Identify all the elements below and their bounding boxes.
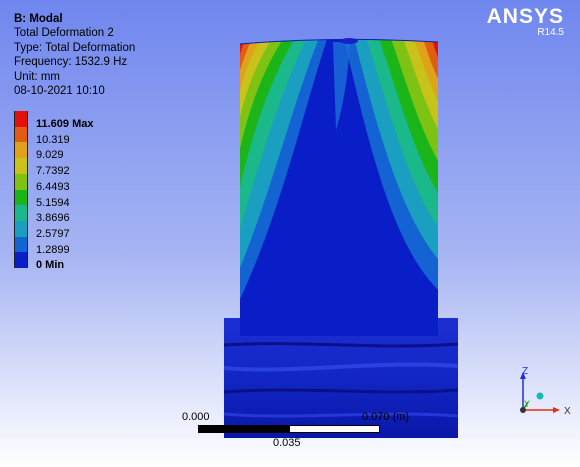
scale-end-label: 0.070 (m) <box>362 411 410 423</box>
blade-model-viewport[interactable] <box>0 0 580 467</box>
blade-airfoil <box>240 39 438 337</box>
z-axis-label: Z <box>522 366 528 377</box>
scale-bar <box>198 425 380 434</box>
x-axis-label: X <box>564 406 571 417</box>
scale-bar-black-segment <box>198 425 289 433</box>
scale-start-label: 0.000 <box>182 411 210 423</box>
scale-bar-white-segment <box>289 425 380 433</box>
y-axis-label: Y <box>524 399 530 409</box>
x-axis-arrow-icon <box>553 407 560 413</box>
axis-triad[interactable]: Z Y X <box>510 364 574 420</box>
iso-view-ball-icon[interactable] <box>536 392 544 400</box>
scale-mid-label: 0.035 <box>273 437 301 449</box>
